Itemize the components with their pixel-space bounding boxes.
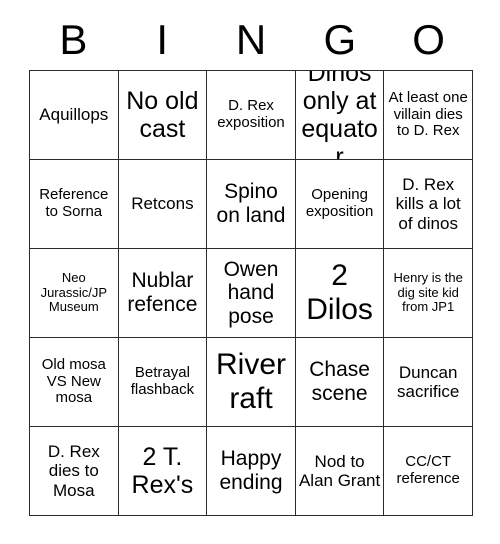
bingo-header-letter-b: B: [59, 16, 88, 63]
bingo-cell[interactable]: Nublar refence: [118, 249, 208, 338]
bingo-cell[interactable]: CC/CT reference: [384, 427, 473, 516]
bingo-cell-label: No old cast: [126, 87, 199, 143]
bingo-header-letter-o: O: [412, 16, 445, 63]
bingo-cell[interactable]: Happy ending: [207, 427, 296, 516]
bingo-header-letter-g: G: [323, 16, 357, 63]
bingo-cell[interactable]: Nod to Alan Grant: [295, 427, 385, 516]
bingo-cell[interactable]: Spino on land: [207, 160, 296, 249]
bingo-cell-label: 2 T. Rex's: [131, 443, 194, 499]
bingo-cell-label: Reference to Sorna: [39, 186, 109, 220]
bingo-cell-label: Opening exposition: [305, 186, 374, 220]
bingo-cell[interactable]: Old mosa VS New mosa: [30, 338, 119, 427]
bingo-cell[interactable]: Duncan sacrifice: [384, 338, 473, 427]
bingo-cell-label: Owen hand pose: [223, 257, 279, 328]
bingo-header-letter-n: N: [235, 16, 267, 63]
bingo-cell-label: Aquillops: [39, 105, 109, 125]
bingo-cell[interactable]: 2 T. Rex's: [118, 427, 208, 516]
bingo-cell-label: Nod to Alan Grant: [298, 451, 381, 490]
bingo-cell[interactable]: 2 Dilos: [295, 249, 385, 338]
bingo-cell[interactable]: Chase scene: [295, 338, 385, 427]
bingo-cell[interactable]: Reference to Sorna: [30, 160, 119, 249]
bingo-cell[interactable]: Retcons: [118, 160, 208, 249]
bingo-cell-label: D. Rex dies to Mosa: [47, 442, 100, 500]
bingo-cell[interactable]: Betrayal flashback: [118, 338, 208, 427]
bingo-cell-label: Betrayal flashback: [130, 364, 195, 398]
bingo-cell[interactable]: Aquillops: [30, 71, 119, 160]
bingo-cell-label: D. Rex kills a lot of dinos: [395, 175, 461, 233]
bingo-cell[interactable]: Dinos only at equator: [295, 71, 385, 160]
bingo-cell[interactable]: D. Rex exposition: [207, 71, 296, 160]
bingo-header: B I N G O: [29, 14, 473, 66]
bingo-cell-label: D. Rex exposition: [217, 97, 285, 131]
bingo-cell[interactable]: No old cast: [118, 71, 208, 160]
bingo-cell-label: Happy ending: [219, 447, 283, 494]
bingo-cell-label: Spino on land: [216, 180, 286, 227]
bingo-cell-label: River raft: [215, 348, 286, 415]
bingo-cell-label: Duncan sacrifice: [397, 362, 460, 401]
bingo-cell-label: Henry is the dig site kid from JP1: [393, 270, 463, 315]
bingo-cell[interactable]: Opening exposition: [295, 160, 385, 249]
bingo-cell[interactable]: Neo Jurassic/JP Museum: [30, 249, 119, 338]
bingo-cell-label: 2 Dilos: [306, 259, 373, 326]
bingo-grid: Aquillops No old cast D. Rex exposition …: [29, 70, 473, 516]
bingo-card: B I N G O Aquillops No old cast D. Rex e…: [0, 0, 500, 544]
bingo-cell-label: CC/CT reference: [396, 453, 460, 487]
bingo-cell-label: Old mosa VS New mosa: [41, 355, 106, 407]
bingo-cell[interactable]: D. Rex dies to Mosa: [30, 427, 119, 516]
bingo-cell[interactable]: River raft: [207, 338, 296, 427]
bingo-cell[interactable]: At least one villain dies to D. Rex: [384, 71, 473, 160]
bingo-cell-label: Chase scene: [309, 358, 370, 405]
bingo-cell[interactable]: Henry is the dig site kid from JP1: [384, 249, 473, 338]
bingo-cell[interactable]: D. Rex kills a lot of dinos: [384, 160, 473, 249]
bingo-cell-label: At least one villain dies to D. Rex: [388, 88, 468, 140]
bingo-cell-label: Retcons: [131, 194, 194, 214]
bingo-cell[interactable]: Owen hand pose: [207, 249, 296, 338]
bingo-cell-label: Neo Jurassic/JP Museum: [40, 270, 108, 315]
bingo-header-letter-i: I: [156, 16, 169, 63]
bingo-cell-label: Dinos only at equator: [301, 71, 378, 160]
bingo-cell-label: Nublar refence: [127, 269, 198, 316]
